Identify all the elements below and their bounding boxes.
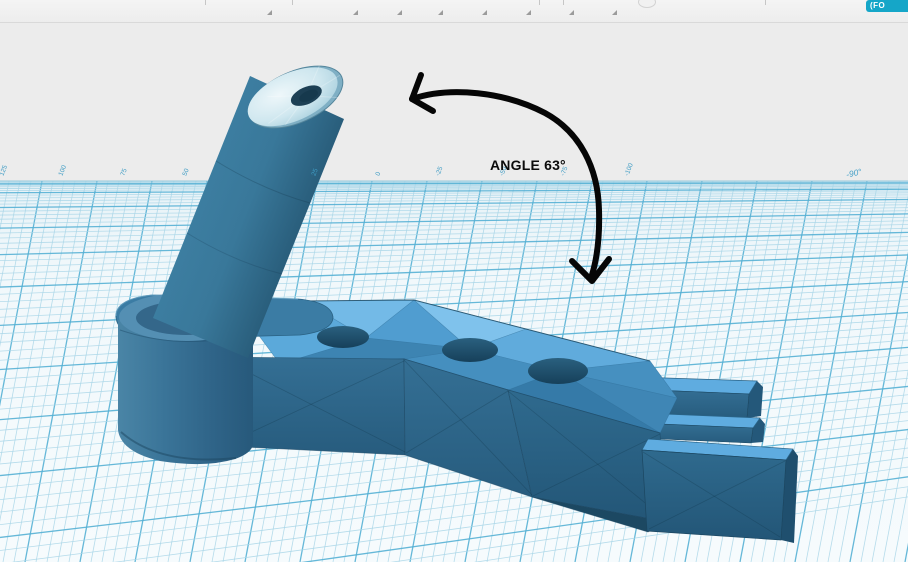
dropdown-corner-icon[interactable] — [438, 10, 443, 15]
toolbar-separator — [292, 0, 293, 5]
dropdown-corner-icon[interactable] — [353, 10, 358, 15]
dropdown-corner-icon[interactable] — [397, 10, 402, 15]
toolbar-separator — [539, 0, 540, 5]
3d-viewport[interactable]: 125 100 75 50 25 0 -25 -50 -75 -100 -90°… — [0, 22, 908, 562]
angle-annotation: ANGLE 63° — [490, 157, 566, 173]
dropdown-corner-icon[interactable] — [526, 10, 531, 15]
toolbar: (FO — [0, 0, 908, 23]
dropdown-corner-icon[interactable] — [569, 10, 574, 15]
dropdown-corner-icon[interactable] — [612, 10, 617, 15]
dropdown-corner-icon[interactable] — [267, 10, 272, 15]
toolbar-icon-remnant — [638, 0, 656, 8]
app-window: (FO 125 100 75 50 25 0 -25 -50 -75 -100 … — [0, 0, 908, 562]
model-finger-front[interactable] — [641, 438, 798, 543]
overflow-button[interactable]: (FO — [866, 0, 908, 12]
toolbar-separator — [765, 0, 766, 5]
dropdown-corner-icon[interactable] — [482, 10, 487, 15]
toolbar-separator — [563, 0, 564, 5]
scene-canvas[interactable] — [0, 22, 908, 562]
toolbar-separator — [205, 0, 206, 5]
